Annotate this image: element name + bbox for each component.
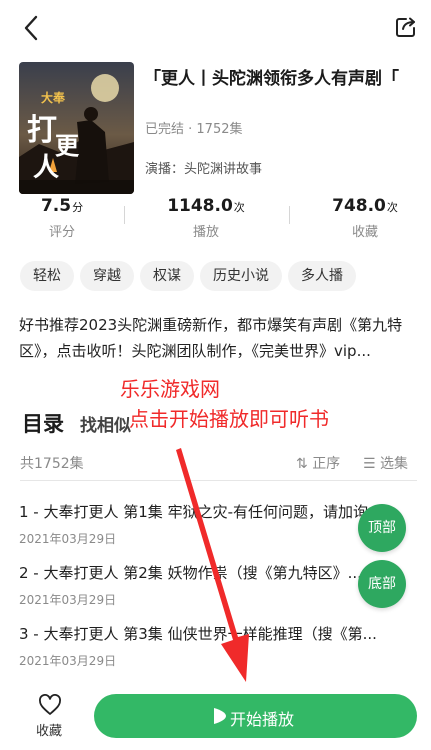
play-icon [214,708,226,724]
list-icon: ☰ [363,456,376,472]
select-label: 选集 [380,456,409,472]
sort-button[interactable]: ⇅ 正序 [296,453,340,473]
svg-text:打: 打 [27,113,57,148]
stat-plays: 1148.0次 播放 [158,196,254,240]
divider [20,480,417,481]
bottom-bar: 收藏 开始播放 [0,686,431,750]
sort-label: 正序 [312,456,341,472]
book-status: 已完结 · 1752集 [145,122,243,137]
rating-label: 评分 [48,225,75,240]
favorites-value: 748.0 [332,196,386,216]
scroll-top-button[interactable]: 顶部 [358,504,406,552]
episode-total: 共1752集 [20,456,84,472]
find-similar-tab[interactable]: 找相似 [80,411,131,436]
book-cover: 大奉 打 更 人 [19,62,134,194]
svg-text:人: 人 [33,153,59,183]
sort-icon: ⇅ [296,456,308,472]
favorites-unit: 次 [386,201,398,214]
top-bar [0,0,431,56]
rating-unit: 分 [72,201,84,214]
episode-title: 3 - 大奉打更人 第3集 仙侠世界一样能推理（搜《第... [19,625,377,643]
svg-text:大奉: 大奉 [41,90,66,105]
favorite-label[interactable]: 收藏 [36,720,62,739]
episode-date: 2021年03月29日 [19,654,117,668]
episode-item[interactable]: 3 - 大奉打更人 第3集 仙侠世界一样能推理（搜《第... 2021年03月2… [19,623,417,669]
start-play-label: 开始播放 [230,710,295,729]
heart-icon[interactable] [38,694,62,716]
book-title: 「更人丨头陀渊领衔多人有声剧「 [144,69,399,89]
plays-unit: 次 [233,201,245,214]
scroll-bottom-button[interactable]: 底部 [358,560,406,608]
episode-title: 1 - 大奉打更人 第1集 牢狱之灾-有任何问题，请加询... [19,503,383,521]
plays-value: 1148.0 [167,196,233,216]
tag-chip[interactable]: 轻松 [20,261,74,291]
back-chevron-icon[interactable] [20,14,44,42]
tag-list: 轻松 穿越 权谋 历史小说 多人播 [20,261,431,291]
episode-count-row: 共1752集 ⇅ 正序 ☰ 选集 [0,444,431,480]
plays-label: 播放 [192,225,219,240]
stat-favorites: 748.0次 收藏 [322,196,408,240]
stat-divider [289,206,290,224]
tag-chip[interactable]: 穿越 [80,261,134,291]
start-play-button[interactable]: 开始播放 [94,694,417,738]
toc-title: 目录 [22,412,64,436]
stat-rating: 7.5分 评分 [30,196,94,240]
watermark-instruction: 点击开始播放即可听书 [129,407,329,431]
watermark-site-name: 乐乐游戏网 [120,377,220,401]
episode-date: 2021年03月29日 [19,593,117,607]
select-episodes-button[interactable]: ☰ 选集 [363,453,408,473]
stats-row: 7.5分 评分 1148.0次 播放 748.0次 收藏 [0,196,431,242]
tag-chip[interactable]: 多人播 [288,261,356,291]
favorites-label: 收藏 [351,225,378,240]
stat-divider [124,206,125,224]
episode-date: 2021年03月29日 [19,532,117,546]
tag-chip[interactable]: 权谋 [140,261,194,291]
book-description[interactable]: 好书推荐2023头陀渊重磅新作，都市爆笑有声剧《第九特区》，点击收听！头陀渊团队… [19,312,419,364]
rating-value: 7.5 [40,196,72,216]
share-icon[interactable] [395,16,417,38]
tag-chip[interactable]: 历史小说 [200,261,282,291]
book-narrator: 演播：头陀渊讲故事 [145,162,263,177]
